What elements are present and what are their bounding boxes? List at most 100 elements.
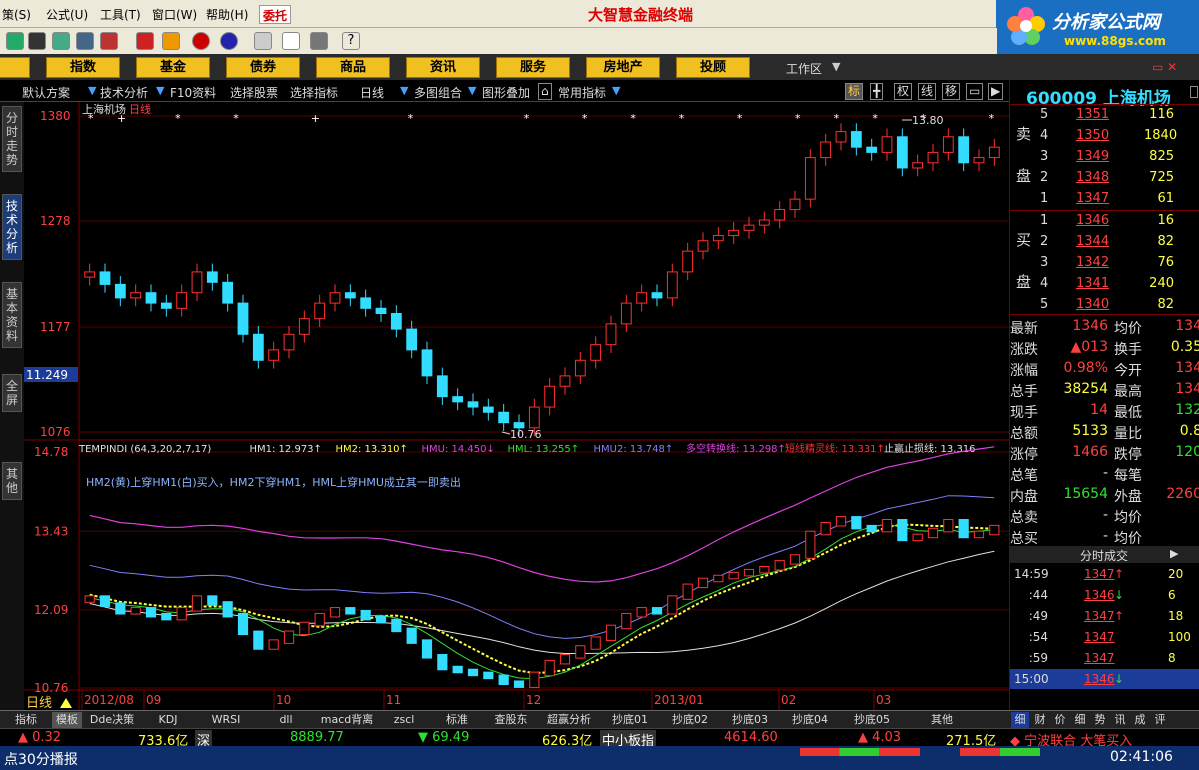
scroll-icon[interactable]: [1190, 86, 1198, 98]
tech-analysis-select[interactable]: 技术分析: [100, 84, 148, 101]
candle: [804, 157, 816, 200]
help-pointer-icon[interactable]: ?: [342, 32, 360, 50]
indicator-tab[interactable]: 抄底05: [842, 712, 902, 728]
order-level[interactable]: 5 1340 82: [1040, 295, 1199, 316]
quote-tab[interactable]: 细: [1011, 712, 1029, 728]
common-indicator-select[interactable]: 常用指标: [558, 84, 606, 101]
indicator-tab[interactable]: 抄底01: [602, 712, 658, 728]
window-controls[interactable]: ▭ ✕: [1152, 60, 1177, 74]
indicator-tab[interactable]: macd背离: [318, 712, 376, 728]
cat-fund[interactable]: 基金: [136, 57, 210, 78]
chevron-down-icon[interactable]: ▼: [468, 84, 476, 97]
workarea-dropdown-icon[interactable]: ▼: [832, 60, 840, 73]
indicator-tab[interactable]: KDJ: [142, 712, 194, 728]
indicator-tab[interactable]: Dde决策: [86, 712, 138, 728]
period-select[interactable]: 日线: [360, 84, 384, 101]
candle: [666, 271, 678, 299]
menu-strategy[interactable]: 策(S): [2, 6, 31, 23]
order-level[interactable]: 1 1346 16: [1040, 211, 1199, 232]
indicator-tab[interactable]: 指标: [4, 712, 48, 728]
tab-intraday[interactable]: 分时走势: [2, 106, 22, 172]
indicator-tab[interactable]: dll: [258, 712, 314, 728]
binoculars-icon[interactable]: [76, 32, 94, 50]
cat-bond[interactable]: 债券: [226, 57, 300, 78]
cat-commodity[interactable]: 商品: [316, 57, 390, 78]
cat-stock[interactable]: 股: [0, 57, 30, 78]
play-icon[interactable]: ▶: [1170, 547, 1178, 560]
f10-button[interactable]: F10资料: [170, 84, 216, 101]
indicator-tab[interactable]: 查股东: [486, 712, 536, 728]
tab-technical[interactable]: 技术分析: [2, 194, 22, 260]
tab-other[interactable]: 其他: [2, 462, 22, 500]
chevron-down-icon[interactable]: ▼: [400, 84, 408, 97]
alarm-icon[interactable]: [100, 32, 118, 50]
indicator-tab[interactable]: 其他: [912, 712, 972, 728]
quote-tab[interactable]: 财: [1031, 712, 1049, 728]
menu-window[interactable]: 窗口(W): [152, 6, 197, 23]
order-level[interactable]: 2 1348 725: [1040, 168, 1199, 189]
quote-tab[interactable]: 成: [1131, 712, 1149, 728]
indicator-tab[interactable]: 标准: [432, 712, 482, 728]
multi-chart-select[interactable]: 多图组合: [414, 84, 462, 101]
order-level[interactable]: 5 1351 116: [1040, 105, 1199, 126]
overlay-button[interactable]: 图形叠加: [482, 84, 530, 101]
order-level[interactable]: 3 1349 825: [1040, 147, 1199, 168]
chevron-down-icon[interactable]: ▼: [88, 84, 96, 97]
indicator-tab[interactable]: 模板: [52, 712, 82, 728]
bars-icon[interactable]: [310, 32, 328, 50]
cat-service[interactable]: 服务: [496, 57, 570, 78]
quote-tab[interactable]: 价: [1051, 712, 1069, 728]
print-icon[interactable]: [254, 32, 272, 50]
quote-tab[interactable]: 细: [1071, 712, 1089, 728]
quote-tab[interactable]: 势: [1091, 712, 1109, 728]
select-stock-button[interactable]: 选择股票: [230, 84, 278, 101]
indicator-tab[interactable]: 抄底03: [722, 712, 778, 728]
order-level[interactable]: 4 1350 1840: [1040, 126, 1199, 147]
indicator-tab[interactable]: 抄底02: [662, 712, 718, 728]
trades-header[interactable]: 分时成交 ▶: [1010, 546, 1199, 563]
news-icon[interactable]: [136, 32, 154, 50]
tool-line[interactable]: 线: [918, 83, 937, 100]
chevron-down-icon[interactable]: ▼: [156, 84, 164, 97]
tool-move[interactable]: 移: [942, 83, 961, 100]
tool-mark[interactable]: 标: [845, 83, 864, 100]
indicator-tab[interactable]: WRSI: [198, 712, 254, 728]
cat-index[interactable]: 指数: [46, 57, 120, 78]
indicator-tab[interactable]: zscl: [380, 712, 428, 728]
window-icon[interactable]: ▭: [966, 83, 984, 100]
info-icon[interactable]: [220, 32, 238, 50]
scheme-select[interactable]: 默认方案: [22, 84, 70, 101]
cat-realestate[interactable]: 房地产: [586, 57, 660, 78]
f-icon[interactable]: [192, 32, 210, 50]
tab-fundamental[interactable]: 基本资料: [2, 282, 22, 348]
chart-icon[interactable]: [52, 32, 70, 50]
tool-rights[interactable]: 权: [894, 83, 913, 100]
tab-fullscreen[interactable]: 全屏: [2, 374, 22, 412]
order-level[interactable]: 3 1342 76: [1040, 253, 1199, 274]
menu-help[interactable]: 帮助(H): [206, 6, 248, 23]
order-button[interactable]: 委托: [259, 5, 292, 24]
cat-advisor[interactable]: 投顾: [676, 57, 750, 78]
cat-news[interactable]: 资讯: [406, 57, 480, 78]
diamond-icon[interactable]: [162, 32, 180, 50]
candle: [973, 157, 985, 164]
order-level[interactable]: 2 1344 82: [1040, 232, 1199, 253]
indicator-tab[interactable]: 超赢分析: [540, 712, 598, 728]
order-level[interactable]: 1 1347 61: [1040, 189, 1199, 210]
chevron-down-icon[interactable]: ▼: [612, 84, 620, 97]
menu-tools[interactable]: 工具(T): [100, 6, 141, 23]
crosshair-icon[interactable]: ╋: [870, 83, 884, 100]
quote-tab[interactable]: 讯: [1111, 712, 1129, 728]
workarea-label[interactable]: 工作区: [786, 60, 822, 77]
kline-chart[interactable]: 138012781177107614.7813.4312.0910.76 上海机…: [24, 102, 1009, 710]
menu-formula[interactable]: 公式(U): [46, 6, 88, 23]
quote-tab[interactable]: 评: [1151, 712, 1169, 728]
indicator-tab[interactable]: 抄底04: [782, 712, 838, 728]
flag-icon[interactable]: [6, 32, 24, 50]
select-indicator-button[interactable]: 选择指标: [290, 84, 338, 101]
lock-icon[interactable]: ⌂: [538, 83, 552, 100]
window-icon[interactable]: [282, 32, 300, 50]
grid-icon[interactable]: [28, 32, 46, 50]
play-icon[interactable]: ▶: [988, 83, 1004, 100]
order-level[interactable]: 4 1341 240: [1040, 274, 1199, 295]
